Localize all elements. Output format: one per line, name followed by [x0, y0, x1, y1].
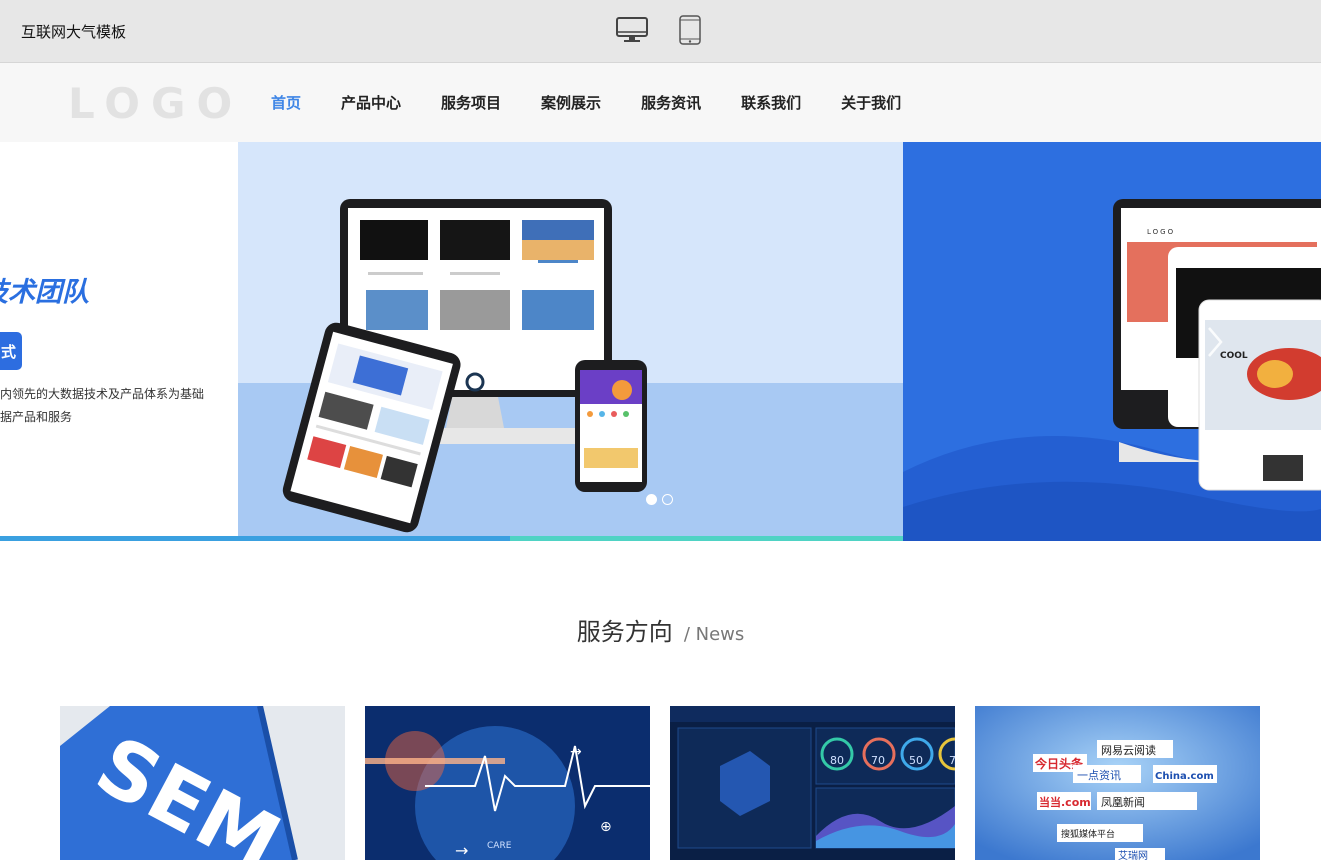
carousel-progress-bar	[0, 536, 1321, 541]
main-nav: 首页 产品中心 服务项目 案例展示 服务资讯 联系我们 关于我们	[271, 92, 941, 113]
carousel-next-button[interactable]	[1203, 322, 1227, 362]
progress-segment	[0, 536, 510, 541]
progress-segment	[510, 536, 903, 541]
banner-slide-next: COOL LOGO	[903, 142, 1321, 541]
service-cards: SEM CARE → ⊕ → 80 70 50 7 今日头条 网易云阅读 一点资…	[60, 706, 1260, 860]
service-card[interactable]: SEM	[60, 706, 345, 860]
nav-item-services[interactable]: 服务项目	[441, 92, 501, 113]
section-heading: 服务方向 / News	[0, 612, 1321, 647]
carousel-prev-button[interactable]	[93, 322, 117, 362]
section-title: 服务方向	[576, 618, 673, 646]
gauge-value: 7	[949, 754, 955, 767]
nav-item-home[interactable]: 首页	[271, 92, 301, 113]
media-logo: China.com	[1155, 771, 1214, 782]
slide-text-line: 内领先的大数据技术及产品体系为基础	[0, 387, 205, 401]
site-header: LOGO 首页 产品中心 服务项目 案例展示 服务资讯 联系我们 关于我们	[0, 63, 1321, 142]
carousel-dots	[646, 494, 673, 505]
media-logos-image: 今日头条 网易云阅读 一点资讯 China.com 当当.com 凤凰新闻 搜狐…	[975, 706, 1260, 860]
media-logo: 一点资讯	[1077, 769, 1121, 782]
gauge-value: 70	[871, 754, 885, 767]
tablet-view-button[interactable]	[677, 14, 703, 46]
sem-keyboard-image: SEM	[60, 706, 345, 860]
service-card[interactable]: CARE → ⊕ →	[365, 706, 650, 860]
banner-slide-current	[238, 142, 903, 541]
chevron-right-icon	[1208, 327, 1223, 357]
media-logo: 搜狐媒体平台	[1061, 828, 1115, 840]
site-logo[interactable]: LOGO	[68, 79, 243, 128]
gauge-value: 50	[909, 754, 923, 767]
svg-text:⊕: ⊕	[600, 819, 612, 835]
chevron-left-icon	[97, 327, 112, 357]
desktop-view-button[interactable]	[615, 14, 649, 46]
nav-item-about[interactable]: 关于我们	[841, 92, 901, 113]
tablet-icon	[679, 15, 701, 45]
slide-pill[interactable]: 式	[0, 332, 22, 370]
nav-item-contact[interactable]: 联系我们	[741, 92, 801, 113]
nav-item-products[interactable]: 产品中心	[341, 92, 401, 113]
devices-illustration	[282, 199, 647, 533]
devices-illustration-right: COOL LOGO	[1113, 199, 1321, 491]
service-card[interactable]: 80 70 50 7	[670, 706, 955, 860]
banner-carousel[interactable]: 业技术团队 式 内领先的大数据技术及产品体系为基础 据产品和服务	[0, 142, 1321, 541]
medical-tech-image: CARE → ⊕ →	[365, 706, 650, 860]
slide-logo-text: LOGO	[1147, 228, 1175, 236]
section-subtitle: / News	[683, 624, 745, 645]
card-text: CARE	[487, 841, 512, 851]
slide-headline: 业技术团队	[0, 277, 89, 308]
media-logo: 凤凰新闻	[1101, 795, 1145, 809]
preview-toolbar: 互联网大气模板	[0, 0, 1321, 63]
site-title: 互联网大气模板	[21, 23, 127, 41]
svg-text:→: →	[570, 744, 582, 760]
nav-item-news[interactable]: 服务资讯	[641, 92, 701, 113]
carousel-dot[interactable]	[662, 494, 673, 505]
desktop-icon	[616, 17, 648, 42]
svg-text:→: →	[455, 841, 468, 860]
service-card[interactable]: 今日头条 网易云阅读 一点资讯 China.com 当当.com 凤凰新闻 搜狐…	[975, 706, 1260, 860]
slide-text-line: 据产品和服务	[0, 410, 73, 424]
media-logo: 网易云阅读	[1101, 743, 1156, 757]
media-logo: 艾瑞网	[1118, 850, 1148, 860]
gauge-value: 80	[830, 754, 844, 767]
carousel-dot[interactable]	[646, 494, 657, 505]
progress-segment	[903, 536, 1321, 541]
data-dashboard-image: 80 70 50 7	[670, 706, 955, 860]
banner-slide-prev: 业技术团队 式 内领先的大数据技术及产品体系为基础 据产品和服务	[0, 142, 238, 541]
media-logo: 当当.com	[1039, 795, 1091, 809]
nav-item-cases[interactable]: 案例展示	[541, 92, 601, 113]
